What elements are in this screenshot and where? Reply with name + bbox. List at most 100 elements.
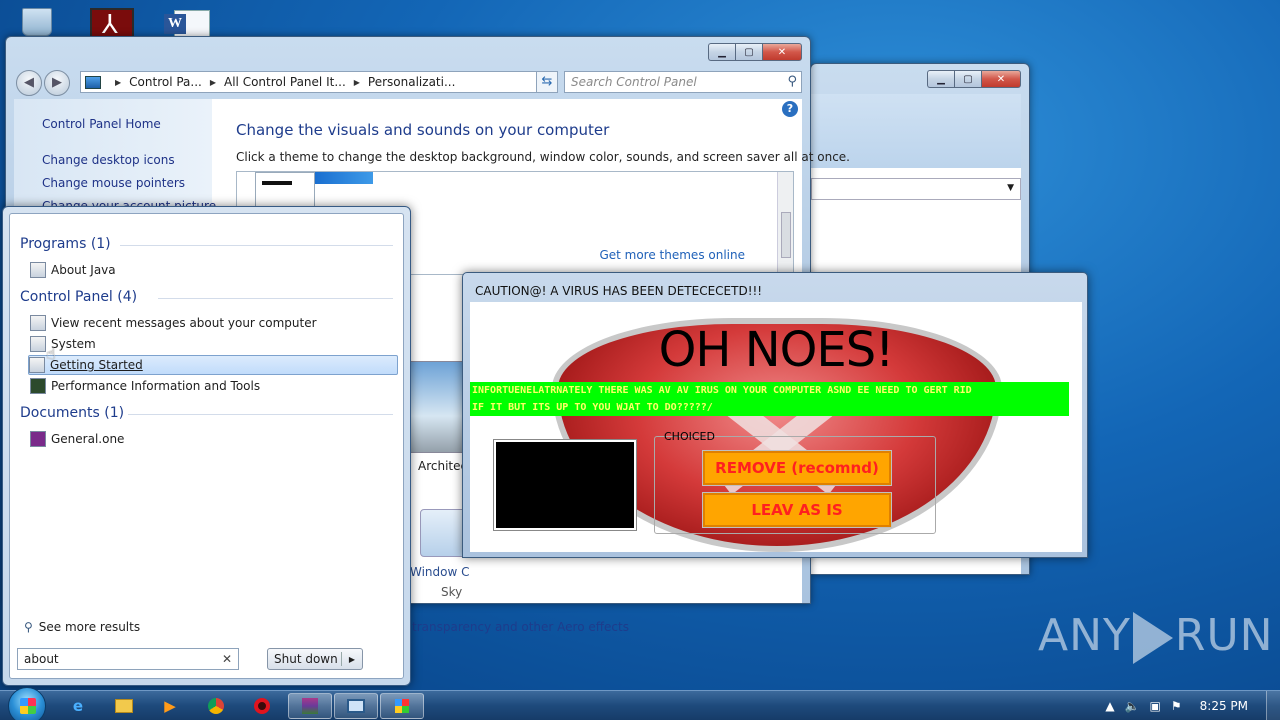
acrobat-icon[interactable]: ⅄: [90, 4, 134, 40]
java-icon: [30, 262, 46, 278]
clock[interactable]: 8:25 PM: [1200, 699, 1248, 713]
sidebar-link-home[interactable]: Control Panel Home: [42, 117, 161, 131]
theme-thumbnail[interactable]: [315, 172, 373, 184]
folder-icon[interactable]: [102, 693, 146, 719]
theme-scrollbar[interactable]: [777, 172, 793, 274]
virus-popup-window: CAUTION@! A VIRUS HAS BEEN DETECECETD!!!…: [462, 272, 1088, 558]
shutdown-button[interactable]: Shut down ▶: [267, 648, 363, 670]
divider: [158, 298, 393, 299]
breadcrumb-separator-icon: ▶: [209, 77, 216, 87]
result-label: General.one: [51, 432, 125, 446]
back-window-caption-buttons: ▁ ▢ ✕: [927, 70, 1021, 88]
search-input[interactable]: Search Control Panel ⚲: [564, 71, 802, 93]
word-document-icon[interactable]: W: [164, 4, 210, 38]
breadcrumb-control-panel[interactable]: Control Pa...: [129, 75, 202, 89]
start-search-input[interactable]: about ✕: [17, 648, 239, 670]
control-panel-icon: [85, 75, 101, 89]
result-label: Performance Information and Tools: [51, 379, 261, 393]
taskbar: e ▶ ▲ 🔈 ▣ ⚑ 8:25 PM: [0, 687, 1280, 720]
control-panel-taskbar-icon[interactable]: [380, 693, 424, 719]
group-heading-control-panel[interactable]: Control Panel (4): [20, 289, 137, 305]
clear-search-icon[interactable]: ✕: [222, 652, 232, 666]
recycle-bin-icon[interactable]: [18, 4, 58, 36]
popup-title: CAUTION@! A VIRUS HAS BEEN DETECECETD!!!: [475, 284, 763, 298]
warning-line-1: INFORTUENELATRNATELY THERE WAS AV AV IRU…: [472, 385, 972, 396]
shutdown-label: Shut down: [268, 652, 342, 666]
divider: [120, 245, 393, 246]
system-tray: ▲ 🔈 ▣ ⚑ 8:25 PM: [1095, 691, 1280, 720]
result-item-recent-messages[interactable]: View recent messages about your computer: [30, 313, 400, 333]
close-button[interactable]: ✕: [762, 43, 802, 61]
architecture-theme-thumbnail[interactable]: [410, 361, 466, 453]
back-window-dropdown[interactable]: ▼: [811, 178, 1021, 200]
group-heading-documents[interactable]: Documents (1): [20, 405, 124, 421]
play-logo-icon: [1132, 612, 1173, 664]
result-item-general-one[interactable]: General.one: [30, 429, 400, 449]
result-item-performance[interactable]: Performance Information and Tools: [30, 376, 400, 396]
forward-button[interactable]: ▶: [44, 70, 70, 96]
action-center-flag-icon[interactable]: ⚑: [1171, 699, 1182, 713]
leave-as-is-button[interactable]: LEAV AS IS: [702, 492, 892, 528]
page-subtitle: Click a theme to change the desktop back…: [236, 150, 850, 164]
warning-message: INFORTUENELATRNATELY THERE WAS AV AV IRU…: [470, 382, 1069, 416]
sidebar-link-mouse-pointers[interactable]: Change mouse pointers: [42, 176, 185, 190]
shutdown-options-arrow-icon[interactable]: ▶: [342, 655, 362, 664]
result-item-getting-started[interactable]: Getting Started: [28, 355, 398, 375]
hand-cursor-icon: ☝: [46, 344, 56, 363]
see-more-results-link[interactable]: ⚲ See more results: [24, 620, 140, 634]
minimize-button[interactable]: ▁: [708, 43, 735, 61]
search-icon[interactable]: ⚲: [787, 74, 797, 89]
minimize-button[interactable]: ▁: [927, 70, 954, 88]
breadcrumb-separator-icon: ▶: [115, 77, 122, 87]
windows-logo-icon: [20, 698, 36, 714]
volume-icon[interactable]: 🔈: [1125, 699, 1140, 713]
warning-line-2: IF IT BUT ITS UP TO YOU WJAT TO DO?????/: [472, 402, 713, 413]
maximize-button[interactable]: ▢: [954, 70, 981, 88]
remove-button[interactable]: REMOVE (recomnd): [702, 450, 892, 486]
system-icon: [30, 336, 46, 352]
show-hidden-icons-icon[interactable]: ▲: [1105, 699, 1114, 713]
close-button[interactable]: ✕: [981, 70, 1021, 88]
headline: OH NOES!: [658, 322, 895, 378]
start-menu: Programs (1) About Java Control Panel (4…: [2, 206, 411, 686]
remote-icon[interactable]: [334, 693, 378, 719]
breadcrumb-personalization[interactable]: Personalizati...: [368, 75, 455, 89]
start-button[interactable]: [8, 687, 46, 720]
breadcrumb-separator-icon: ▶: [353, 77, 360, 87]
flag-icon: [30, 315, 46, 331]
network-icon[interactable]: ▣: [1150, 699, 1161, 713]
search-icon: ⚲: [24, 620, 33, 634]
opera-icon[interactable]: [240, 693, 284, 719]
result-label: View recent messages about your computer: [51, 316, 317, 330]
winrar-icon[interactable]: [288, 693, 332, 719]
aero-effects-text: transparency and other Aero effects: [412, 620, 629, 634]
group-heading-programs[interactable]: Programs (1): [20, 236, 111, 252]
result-label: About Java: [51, 263, 116, 277]
media-player-icon[interactable]: ▶: [148, 693, 192, 719]
chrome-icon[interactable]: [194, 693, 238, 719]
breadcrumb-all-items[interactable]: All Control Panel It...: [224, 75, 346, 89]
onenote-icon: [30, 431, 46, 447]
back-button[interactable]: ◀: [16, 70, 42, 96]
maximize-button[interactable]: ▢: [735, 43, 762, 61]
ie-icon[interactable]: e: [56, 693, 100, 719]
popup-body: OH NOES! INFORTUENELATRNATELY THERE WAS …: [470, 302, 1082, 552]
sidebar-link-desktop-icons[interactable]: Change desktop icons: [42, 153, 175, 167]
help-icon[interactable]: ?: [782, 101, 798, 117]
performance-icon: [30, 378, 46, 394]
search-placeholder: Search Control Panel: [571, 75, 697, 89]
cp-toolbar: ◀ ▶ ▶ Control Pa... ▶ All Control Panel …: [14, 69, 802, 97]
result-item-about-java[interactable]: About Java: [30, 260, 400, 280]
watermark-right: RUN: [1174, 610, 1274, 661]
result-label: System: [51, 337, 96, 351]
show-desktop-button[interactable]: [1266, 691, 1280, 720]
black-image-box: [493, 439, 637, 531]
search-results-pane: Programs (1) About Java Control Panel (4…: [9, 213, 404, 679]
result-item-system[interactable]: System: [30, 334, 400, 354]
chevron-down-icon: ▼: [1007, 183, 1014, 193]
window-color-link[interactable]: Window C: [410, 565, 470, 579]
refresh-button[interactable]: ⇆: [536, 71, 558, 93]
watermark-left: ANY: [1038, 610, 1131, 661]
address-bar[interactable]: ▶ Control Pa... ▶ All Control Panel It..…: [80, 71, 554, 93]
get-more-themes-link[interactable]: Get more themes online: [599, 248, 745, 262]
